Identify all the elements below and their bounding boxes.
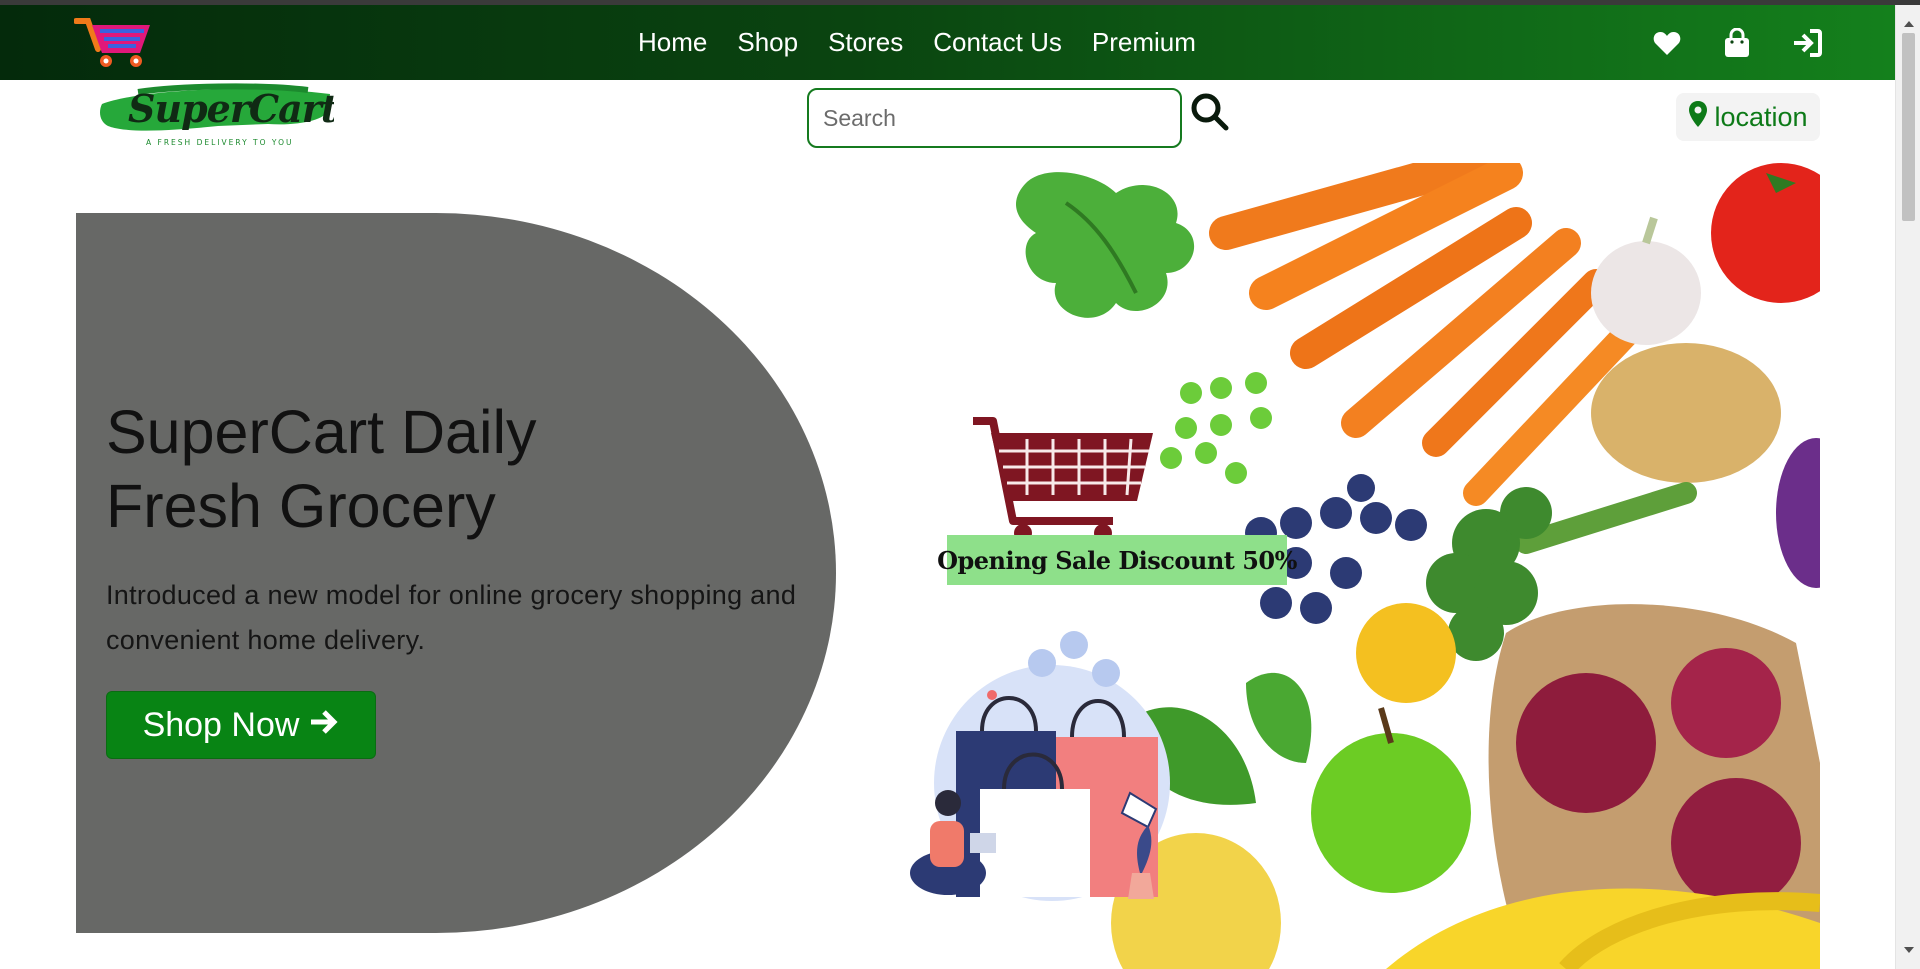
hero-title: SuperCart Daily Fresh Grocery — [106, 395, 706, 543]
search-bar — [807, 88, 1230, 148]
search-input[interactable] — [807, 88, 1182, 148]
nav-link-premium[interactable]: Premium — [1092, 27, 1196, 58]
promo-discount-banner: Opening Sale Discount 50% — [937, 535, 1297, 585]
shopping-bag-icon[interactable] — [1722, 27, 1752, 58]
scroll-up-arrow-icon[interactable] — [1896, 19, 1920, 33]
search-icon[interactable] — [1190, 92, 1230, 132]
nav-link-contact-us[interactable]: Contact Us — [933, 27, 1062, 58]
location-label: location — [1714, 101, 1808, 132]
hero-description: Introduced a new model for online grocer… — [106, 580, 797, 655]
map-pin-icon — [1688, 100, 1708, 135]
svg-text:SuperCart: SuperCart — [128, 86, 334, 131]
arrow-right-icon — [309, 706, 339, 745]
nav-link-home[interactable]: Home — [638, 27, 707, 58]
hero-section: SuperCart Daily Fresh Grocery Introduced… — [76, 163, 1820, 969]
nav-icon-group — [1652, 5, 1822, 80]
promo-cart-icon — [973, 417, 1153, 542]
sign-in-icon[interactable] — [1792, 28, 1822, 58]
scrollbar-thumb[interactable] — [1902, 33, 1915, 221]
page-scrollbar[interactable] — [1895, 5, 1920, 969]
nav-link-shop[interactable]: Shop — [737, 27, 798, 58]
svg-text:A FRESH DELIVERY TO YOU: A FRESH DELIVERY TO YOU — [146, 138, 293, 147]
hero-title-line1: SuperCart Daily — [106, 398, 537, 466]
nav-link-stores[interactable]: Stores — [828, 27, 903, 58]
shop-now-label: Shop Now — [142, 705, 300, 744]
top-navbar: Home Shop Stores Contact Us Premium — [0, 5, 1895, 80]
heart-icon[interactable] — [1652, 28, 1682, 58]
hero-title-line2: Fresh Grocery — [106, 472, 496, 540]
cart-logo-icon[interactable] — [73, 15, 154, 71]
supercart-logo[interactable]: SuperCart A FRESH DELIVERY TO YOU — [98, 82, 340, 150]
scroll-down-arrow-icon[interactable] — [1896, 947, 1920, 961]
nav-links: Home Shop Stores Contact Us Premium — [638, 5, 1226, 80]
shopping-illustration — [910, 631, 1170, 901]
location-button[interactable]: location — [1676, 93, 1820, 141]
shop-now-button[interactable]: Shop Now — [106, 691, 376, 759]
